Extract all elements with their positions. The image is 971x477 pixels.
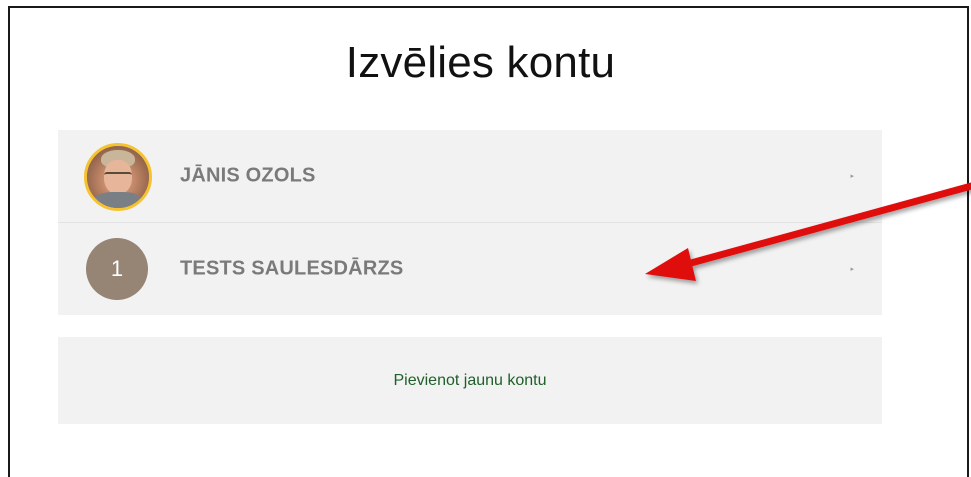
account-row-tests-saulesdarzs[interactable]: 1 TESTS SAULESDĀRZS ▸: [58, 222, 882, 315]
chevron-right-icon: ▸: [850, 173, 854, 180]
page-title: Izvēlies kontu: [345, 38, 616, 87]
account-list: JĀNIS OZOLS ▸ 1 TESTS SAULESDĀRZS ▸: [58, 130, 882, 315]
avatar-letter: 1: [86, 238, 148, 300]
account-name: TESTS SAULESDĀRZS: [180, 257, 404, 280]
chevron-right-icon: ▸: [850, 266, 854, 273]
profile-photo: [84, 143, 152, 211]
account-name: JĀNIS OZOLS: [180, 164, 316, 187]
add-account-button[interactable]: Pievienot jaunu kontu: [58, 337, 882, 424]
add-account-label: Pievienot jaunu kontu: [393, 371, 547, 389]
account-row-janis-ozols[interactable]: JĀNIS OZOLS ▸: [58, 130, 882, 222]
avatar: [84, 143, 152, 211]
avatar: 1: [84, 236, 150, 302]
